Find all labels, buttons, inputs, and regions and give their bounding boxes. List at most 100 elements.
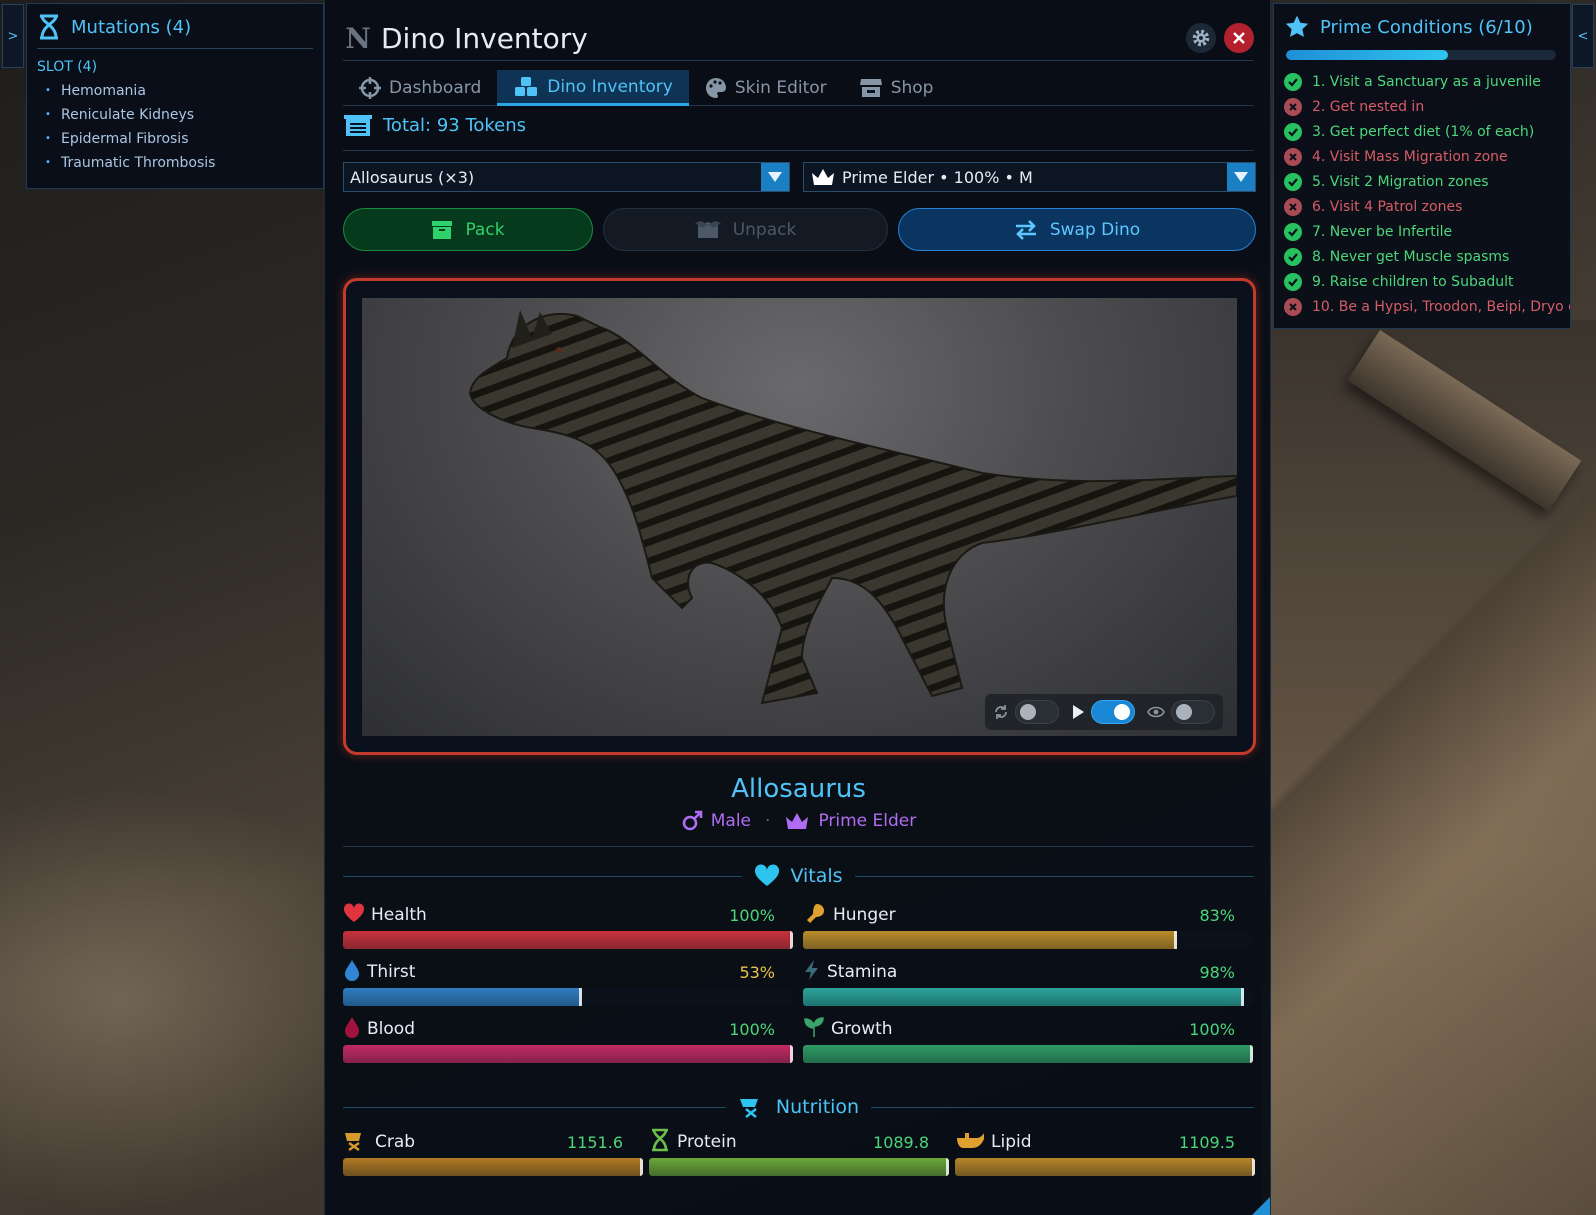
nutrition-name: Lipid (991, 1132, 1032, 1152)
resize-handle[interactable] (1252, 1197, 1270, 1215)
divider (343, 150, 1254, 151)
mutations-panel: Mutations (4) SLOT (4) Hemomania Renicul… (26, 3, 324, 189)
check-circle-icon (1284, 273, 1302, 291)
visibility-toggle[interactable] (1171, 700, 1215, 724)
close-icon (1233, 32, 1245, 44)
close-button[interactable] (1224, 23, 1254, 53)
tab-label: Skin Editor (734, 78, 827, 98)
blood-drop-icon (343, 1016, 361, 1043)
nutrition-value: 1151.6 (567, 1132, 623, 1152)
stat-name: Hunger (833, 905, 896, 925)
gear-icon (1192, 29, 1210, 47)
nutrition-title: Nutrition (775, 1096, 860, 1118)
settings-button[interactable] (1186, 23, 1216, 53)
mutation-slot-label: SLOT (4) (37, 59, 98, 75)
stat-hunger: Hunger 83% (803, 903, 1253, 949)
prime-condition-text: 3. Get perfect diet (1% of each) (1312, 124, 1535, 140)
vitals-header: Vitals (343, 864, 1255, 888)
stat-bar-fill (343, 988, 582, 1006)
check-circle-icon (1284, 173, 1302, 191)
token-total: Total: 93 Tokens (343, 112, 526, 138)
nutrition-bar (343, 1158, 643, 1176)
mutations-title: Mutations (4) (71, 16, 192, 38)
prime-progress-fill (1286, 50, 1448, 60)
window-header: N Dino Inventory (343, 16, 1254, 60)
stat-growth: Growth 100% (803, 1016, 1253, 1063)
tab-shop[interactable]: Shop (843, 70, 950, 106)
species-select-value: Allosaurus (×3) (350, 167, 475, 187)
unpack-button[interactable]: Unpack (603, 208, 888, 251)
animation-toggle[interactable] (1091, 700, 1135, 724)
divider (343, 846, 1254, 847)
palette-icon (705, 78, 726, 98)
token-total-label: Total: 93 Tokens (383, 114, 527, 136)
heart-icon (755, 864, 780, 886)
dino-tier: Prime Elder (818, 811, 917, 831)
dino-name: Allosaurus (731, 774, 866, 804)
dino-3d-viewport[interactable] (362, 298, 1237, 736)
prime-condition-item: 2. Get nested in (1274, 95, 1570, 120)
male-icon (682, 810, 703, 831)
chevron-down-icon (1227, 163, 1255, 191)
mutation-item: Traumatic Thrombosis (27, 151, 323, 175)
tab-skin-editor[interactable]: Skin Editor (689, 70, 843, 106)
x-circle-icon (1284, 198, 1302, 216)
prime-condition-text: 1. Visit a Sanctuary as a juvenile (1312, 74, 1541, 90)
store-icon (859, 79, 882, 97)
swap-dino-label: Swap Dino (1049, 219, 1141, 240)
play-icon (1073, 705, 1084, 719)
chevron-down-icon (761, 163, 789, 191)
stat-value: 100% (1189, 1019, 1235, 1039)
variant-select[interactable]: Prime Elder • 100% • M (803, 162, 1256, 192)
prime-condition-text: 8. Never get Muscle spasms (1312, 249, 1510, 265)
pack-button[interactable]: Pack (343, 208, 593, 251)
tab-dino-inventory[interactable]: Dino Inventory (497, 70, 689, 106)
crown-icon (812, 169, 834, 185)
stat-bar-fill (803, 988, 1244, 1006)
expand-right-tab[interactable]: < (1572, 4, 1594, 68)
tab-label: Dashboard (389, 78, 482, 98)
stat-value: 98% (1199, 962, 1235, 982)
viewer-controls (985, 694, 1223, 730)
check-circle-icon (1284, 123, 1302, 141)
stat-value: 100% (729, 1019, 775, 1039)
prime-condition-text: 9. Raise children to Subadult (1312, 274, 1514, 290)
check-circle-icon (1284, 248, 1302, 266)
sprout-icon (803, 1016, 825, 1043)
prime-condition-item: 6. Visit 4 Patrol zones (1274, 195, 1570, 220)
lightning-icon (803, 959, 821, 986)
check-circle-icon (1284, 223, 1302, 241)
prime-condition-item: 1. Visit a Sanctuary as a juvenile (1274, 70, 1570, 95)
pack-label: Pack (465, 219, 505, 240)
token-box-icon (344, 115, 372, 136)
dna-hourglass-icon (40, 14, 58, 40)
rotate-toggle[interactable] (1015, 700, 1059, 724)
stat-value: 53% (739, 962, 775, 982)
tab-label: Shop (890, 78, 934, 98)
species-select[interactable]: Allosaurus (×3) (343, 162, 790, 192)
cubes-icon (515, 76, 538, 96)
divider (343, 60, 1254, 61)
stat-bar (343, 1045, 793, 1063)
crosshair-icon (359, 77, 381, 99)
tab-bar: Dashboard Dino Inventory Skin Editor Sho… (343, 70, 1254, 106)
prime-condition-item: 7. Never be Infertile (1274, 220, 1570, 245)
prime-condition-text: 2. Get nested in (1312, 99, 1425, 115)
tab-dashboard[interactable]: Dashboard (343, 70, 497, 106)
prime-condition-item: 4. Visit Mass Migration zone (1274, 145, 1570, 170)
nutrition-header: Nutrition (343, 1095, 1255, 1119)
nutrition-protein: Protein 1089.8 (649, 1128, 949, 1176)
tab-label: Dino Inventory (547, 76, 673, 97)
mutation-item: Epidermal Fibrosis (27, 127, 323, 151)
nutrition-crab: Crab 1151.6 (343, 1130, 643, 1176)
prime-condition-item: 8. Never get Muscle spasms (1274, 245, 1570, 270)
stat-bar (803, 1045, 1253, 1063)
x-circle-icon (1284, 148, 1302, 166)
stat-bar-fill (343, 931, 793, 949)
nutrition-icon (739, 1099, 758, 1118)
open-box-icon (694, 220, 721, 238)
expand-left-tab[interactable]: > (2, 4, 24, 68)
prime-condition-text: 6. Visit 4 Patrol zones (1312, 199, 1463, 215)
swap-dino-button[interactable]: Swap Dino (898, 208, 1256, 251)
dino-subtitle: Male · Prime Elder (343, 810, 1254, 832)
